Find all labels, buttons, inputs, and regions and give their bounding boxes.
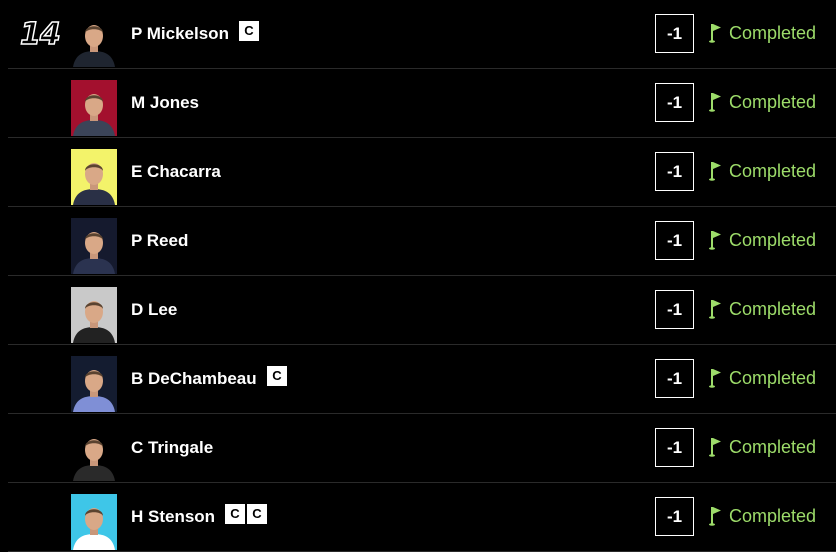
player-status: Completed xyxy=(709,363,816,393)
player-avatar xyxy=(71,11,117,67)
player-name[interactable]: H Stenson xyxy=(131,507,215,527)
player-row[interactable]: P Reed -1 Completed xyxy=(0,207,836,276)
player-row[interactable]: E Chacarra -1 Completed xyxy=(0,138,836,207)
player-name[interactable]: P Reed xyxy=(131,231,188,251)
status-label: Completed xyxy=(729,299,817,319)
player-row[interactable]: D Lee -1 Completed xyxy=(0,276,836,345)
player-status: Completed xyxy=(709,225,816,255)
player-name[interactable]: P Mickelson xyxy=(131,24,229,44)
flag-icon xyxy=(709,368,723,388)
player-status: Completed xyxy=(709,432,816,462)
player-status: Completed xyxy=(709,18,816,48)
player-score: -1 xyxy=(655,428,694,467)
player-name[interactable]: C Tringale xyxy=(131,438,213,458)
status-label: Completed xyxy=(729,230,817,250)
status-label: Completed xyxy=(729,368,817,388)
player-row[interactable]: M Jones -1 Completed xyxy=(0,69,836,138)
player-avatar xyxy=(71,494,117,550)
leaderboard-group: 14 P Mickelson C -1 Completed M Jones -1 Compl… xyxy=(0,0,836,552)
player-name[interactable]: D Lee xyxy=(131,300,177,320)
player-row[interactable]: H Stenson C C -1 Completed xyxy=(0,483,836,552)
player-avatar xyxy=(71,356,117,412)
flag-icon xyxy=(709,299,723,319)
player-avatar xyxy=(71,149,117,205)
player-name[interactable]: B DeChambeau xyxy=(131,369,257,389)
captain-badge: C xyxy=(225,504,245,524)
player-avatar xyxy=(71,287,117,343)
flag-icon xyxy=(709,161,723,181)
flag-icon xyxy=(709,230,723,250)
status-label: Completed xyxy=(729,161,817,181)
player-status: Completed xyxy=(709,501,816,531)
status-label: Completed xyxy=(729,506,817,526)
captain-badge: C xyxy=(239,21,259,41)
player-status: Completed xyxy=(709,87,816,117)
player-avatar xyxy=(71,80,117,136)
player-score: -1 xyxy=(655,497,694,536)
player-score: -1 xyxy=(655,14,694,53)
captain-badge: C xyxy=(267,366,287,386)
player-badges: C xyxy=(239,21,259,41)
player-badges: C xyxy=(267,366,287,386)
flag-icon xyxy=(709,437,723,457)
player-score: -1 xyxy=(655,152,694,191)
player-status: Completed xyxy=(709,294,816,324)
player-score: -1 xyxy=(655,83,694,122)
player-score: -1 xyxy=(655,290,694,329)
flag-icon xyxy=(709,506,723,526)
player-score: -1 xyxy=(655,359,694,398)
player-row[interactable]: P Mickelson C -1 Completed xyxy=(0,0,836,69)
player-name[interactable]: M Jones xyxy=(131,93,199,113)
player-score: -1 xyxy=(655,221,694,260)
status-label: Completed xyxy=(729,92,817,112)
flag-icon xyxy=(709,92,723,112)
player-avatar xyxy=(71,218,117,274)
status-label: Completed xyxy=(729,437,817,457)
player-avatar xyxy=(71,425,117,481)
player-status: Completed xyxy=(709,156,816,186)
player-row[interactable]: B DeChambeau C -1 Completed xyxy=(0,345,836,414)
player-name[interactable]: E Chacarra xyxy=(131,162,221,182)
player-badges: CC xyxy=(225,504,267,524)
flag-icon xyxy=(709,23,723,43)
captain-badge: C xyxy=(247,504,267,524)
status-label: Completed xyxy=(729,23,817,43)
player-row[interactable]: C Tringale -1 Completed xyxy=(0,414,836,483)
